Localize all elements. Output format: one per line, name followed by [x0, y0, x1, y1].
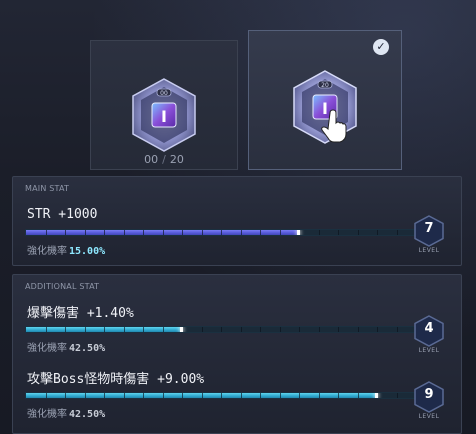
bar-segment-divider: [377, 230, 378, 235]
level-caption: LEVEL: [418, 413, 440, 420]
additional-stat-title: ADDITIONAL STAT: [25, 282, 100, 291]
bar-segment-divider: [396, 327, 398, 332]
svg-text:00: 00: [160, 90, 168, 97]
level-number: 4: [424, 321, 434, 336]
main-stat-panel: MAIN STAT STR +1000 強化機率 15.00% 7 LEVEL: [12, 176, 462, 266]
bar-tip-glow: [297, 230, 300, 235]
bar-segment-divider: [318, 393, 320, 398]
bar-segment-divider: [338, 393, 339, 398]
bar-segment-divider: [201, 230, 203, 235]
rate-label: 強化機率: [27, 409, 67, 420]
gem-count: 00/20: [144, 153, 184, 166]
bar-segment-divider: [377, 327, 378, 332]
gem-slot-empty[interactable]: I 00 00/20: [90, 40, 238, 170]
checkmark-icon: ✓: [373, 39, 389, 55]
bar-segment-divider: [357, 327, 359, 332]
rate-value: 15.00%: [69, 246, 106, 257]
main-stat-progress-bar: [25, 229, 417, 236]
rate-label: 強化機率: [27, 246, 67, 257]
additional-stat-rate: 強化機率 42.50%: [27, 405, 105, 420]
bar-segment-divider: [162, 393, 164, 398]
level-number: 7: [424, 221, 434, 236]
additional-stat-level-badge: 9 LEVEL: [411, 381, 447, 421]
gem-count-current: 00: [144, 153, 159, 166]
bar-segment-divider: [260, 393, 261, 398]
additional-stat-level-badge: 4 LEVEL: [411, 315, 447, 355]
bar-segment-divider: [143, 393, 144, 398]
bar-segment-divider: [84, 327, 86, 332]
gem-badge-icon: I 20: [293, 70, 357, 144]
bar-segment-divider: [104, 327, 105, 332]
bar-segment-divider: [84, 393, 86, 398]
level-number: 9: [424, 387, 434, 402]
additional-stat-value: 爆擊傷害 +1.40%: [27, 306, 134, 321]
bar-segment-divider: [396, 230, 398, 235]
bar-segment-divider: [201, 393, 203, 398]
bar-segment-divider: [279, 327, 281, 332]
bar-segment-divider: [104, 230, 105, 235]
bar-segment-divider: [182, 230, 183, 235]
bar-segment-divider: [45, 393, 47, 398]
bar-segment-divider: [104, 393, 105, 398]
level-caption: LEVEL: [418, 347, 440, 354]
bar-segment-divider: [357, 393, 359, 398]
bar-segment-divider: [45, 327, 47, 332]
additional-stat-rate: 強化機率 42.50%: [27, 339, 105, 354]
bar-segment-divider: [318, 230, 320, 235]
bar-segment-divider: [299, 327, 300, 332]
bar-segment-divider: [318, 327, 320, 332]
svg-text:I: I: [161, 107, 167, 126]
bar-segment-divider: [299, 393, 300, 398]
bar-segment-divider: [123, 230, 125, 235]
bar-segment-divider: [221, 327, 222, 332]
bar-segment-divider: [65, 230, 66, 235]
rate-label: 強化機率: [27, 343, 67, 354]
gem-count-separator: /: [162, 153, 166, 166]
bar-segment-divider: [240, 327, 242, 332]
bar-segment-divider: [201, 327, 203, 332]
bar-segment-divider: [143, 230, 144, 235]
gem-badge-label: 20: [321, 82, 329, 89]
bar-segment-divider: [162, 327, 164, 332]
level-caption: LEVEL: [418, 247, 440, 254]
bar-segment-divider: [240, 393, 242, 398]
bar-segment-divider: [357, 230, 359, 235]
bar-segment-divider: [162, 230, 164, 235]
main-stat-rate: 強化機率 15.00%: [27, 242, 105, 257]
additional-stat-value: 攻擊Boss怪物時傷害 +9.00%: [27, 372, 205, 387]
bar-segment-divider: [123, 327, 125, 332]
additional-stat-progress-bar: [25, 326, 417, 333]
bar-segment-divider: [279, 230, 281, 235]
bar-segment-divider: [123, 393, 125, 398]
bar-segment-divider: [84, 230, 86, 235]
rate-value: 42.50%: [69, 343, 106, 354]
additional-stat-panel: ADDITIONAL STAT 爆擊傷害 +1.40% 強化機率 42.50% 4…: [12, 274, 462, 434]
additional-stat-progress-bar: [25, 392, 417, 399]
bar-segment-divider: [260, 230, 261, 235]
bar-segment-divider: [182, 393, 183, 398]
bar-segment-divider: [65, 327, 66, 332]
bar-segment-divider: [240, 230, 242, 235]
bar-segment-divider: [338, 327, 339, 332]
bar-segment-divider: [338, 230, 339, 235]
bar-segment-divider: [143, 327, 144, 332]
bar-segment-divider: [279, 393, 281, 398]
bar-segment-divider: [221, 230, 222, 235]
bar-tip-glow: [180, 327, 183, 332]
svg-text:I: I: [322, 99, 328, 118]
bar-segment-divider: [65, 393, 66, 398]
gem-slot-selected[interactable]: ✓ I 20: [248, 30, 402, 170]
gem-badge-icon: I 00: [132, 78, 196, 152]
bar-segment-divider: [45, 230, 47, 235]
main-stat-level-badge: 7 LEVEL: [411, 215, 447, 255]
rate-value: 42.50%: [69, 409, 106, 420]
main-stat-value: STR +1000: [27, 207, 98, 222]
gem-count-max: 20: [169, 153, 184, 166]
main-stat-title: MAIN STAT: [25, 184, 70, 193]
bar-segment-divider: [260, 327, 261, 332]
bar-segment-divider: [221, 393, 222, 398]
bar-tip-glow: [375, 393, 378, 398]
bar-segment-divider: [396, 393, 398, 398]
